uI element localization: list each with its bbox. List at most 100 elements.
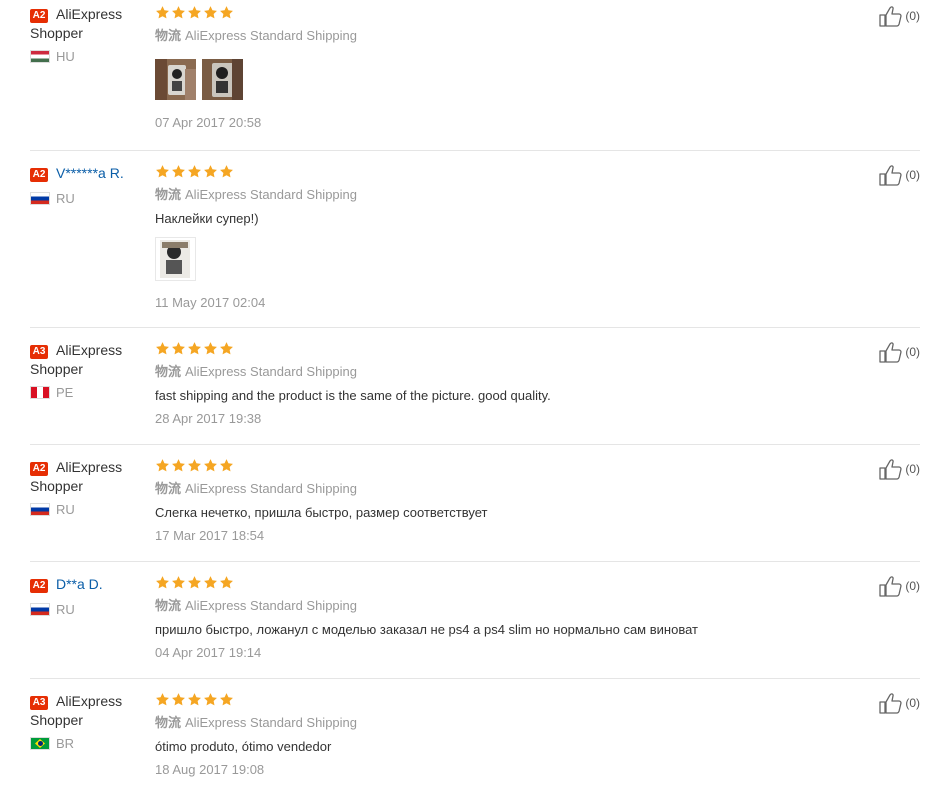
reviewer-info: A2 AliExpress Shopper RU — [30, 458, 150, 518]
review-text: fast shipping and the product is the sam… — [155, 388, 551, 403]
reviewer-name[interactable]: D**a D. — [56, 576, 103, 592]
country-code: RU — [56, 502, 75, 517]
review-photos — [155, 237, 755, 281]
star-icon — [203, 341, 218, 356]
star-icon — [219, 458, 234, 473]
review-item: A3 AliExpress Shopper PE 物流 AliExpress Sta… — [30, 341, 920, 445]
helpful-button[interactable]: (0) — [879, 692, 920, 714]
review-text: Наклейки супер!) — [155, 211, 259, 226]
thumbs-up-icon — [879, 458, 903, 480]
star-icon — [171, 692, 186, 707]
shipping-label: 物流 — [155, 481, 182, 496]
level-badge: A2 — [30, 462, 48, 476]
thumbs-up-icon — [879, 164, 903, 186]
star-rating — [155, 458, 755, 474]
review-photo[interactable] — [202, 59, 243, 100]
review-date: 17 Mar 2017 18:54 — [155, 528, 265, 543]
star-icon — [219, 164, 234, 179]
reviewer-name[interactable]: V******a R. — [56, 165, 124, 181]
star-rating — [155, 692, 755, 708]
star-icon — [171, 341, 186, 356]
level-badge: A3 — [30, 345, 48, 359]
country-code: PE — [56, 385, 74, 400]
helpful-count: (0) — [905, 9, 920, 23]
shipping-method: AliExpress Standard Shipping — [185, 481, 358, 496]
star-icon — [171, 458, 186, 473]
helpful-count: (0) — [905, 168, 920, 182]
star-icon — [219, 5, 234, 20]
shipping-label: 物流 — [155, 187, 182, 202]
reviewer-name: AliExpress — [56, 342, 123, 358]
helpful-button[interactable]: (0) — [879, 341, 920, 363]
country-code: RU — [56, 602, 75, 617]
review-date: 11 May 2017 02:04 — [155, 295, 266, 310]
review-text: пришло быстро, ложанул с моделью заказал… — [155, 622, 698, 637]
star-rating — [155, 5, 755, 21]
review-photo[interactable] — [155, 237, 196, 281]
star-icon — [155, 341, 170, 356]
thumbs-up-icon — [879, 341, 903, 363]
reviewer-info: A2 V******a R. RU — [30, 164, 150, 207]
flag-ru-icon — [30, 192, 50, 205]
star-icon — [203, 692, 218, 707]
star-icon — [203, 575, 218, 590]
star-icon — [171, 164, 186, 179]
flag-hu-icon — [30, 50, 50, 63]
reviewer-info: A3 AliExpress Shopper BR — [30, 692, 150, 752]
review-content: 物流 AliExpress Standard Shipping fast ship… — [155, 341, 755, 428]
review-date: 04 Apr 2017 19:14 — [155, 645, 262, 660]
helpful-button[interactable]: (0) — [879, 164, 920, 186]
star-icon — [155, 692, 170, 707]
star-icon — [155, 575, 170, 590]
star-icon — [187, 575, 202, 590]
shipping-method: AliExpress Standard Shipping — [185, 187, 358, 202]
review-content: 物流 AliExpress Standard Shipping ótimo pro… — [155, 692, 755, 779]
star-rating — [155, 164, 755, 180]
review-content: 物流 AliExpress Standard Shipping Наклейки … — [155, 164, 755, 312]
reviewer-info: A2 D**a D. RU — [30, 575, 150, 618]
shipping-method: AliExpress Standard Shipping — [185, 28, 358, 43]
reviewer-name-line2: Shopper — [30, 712, 83, 728]
reviewer-name: AliExpress — [56, 459, 123, 475]
reviewer-info: A2 AliExpress Shopper HU — [30, 5, 150, 65]
helpful-button[interactable]: (0) — [879, 5, 920, 27]
reviewer-name-line2: Shopper — [30, 361, 83, 377]
reviewer-name-line2: Shopper — [30, 25, 83, 41]
review-content: 物流 AliExpress Standard Shipping пришло бы… — [155, 575, 755, 662]
country-code: RU — [56, 191, 75, 206]
reviewer-name: AliExpress — [56, 6, 123, 22]
star-icon — [171, 5, 186, 20]
review-item: A2 D**a D. RU 物流 AliExpress Standard Shipp… — [30, 575, 920, 679]
shipping-method: AliExpress Standard Shipping — [185, 715, 358, 730]
helpful-button[interactable]: (0) — [879, 575, 920, 597]
helpful-count: (0) — [905, 462, 920, 476]
star-icon — [187, 458, 202, 473]
star-icon — [219, 692, 234, 707]
star-icon — [171, 575, 186, 590]
star-icon — [203, 164, 218, 179]
star-icon — [155, 164, 170, 179]
star-icon — [187, 341, 202, 356]
review-item: A2 AliExpress Shopper RU 物流 AliExpress Sta… — [30, 458, 920, 562]
review-content: 物流 AliExpress Standard Shipping 07 Apr 20… — [155, 5, 755, 132]
shipping-label: 物流 — [155, 28, 182, 43]
reviewer-info: A3 AliExpress Shopper PE — [30, 341, 150, 401]
star-icon — [203, 5, 218, 20]
star-icon — [155, 5, 170, 20]
level-badge: A2 — [30, 579, 48, 593]
country-code: HU — [56, 49, 75, 64]
reviewer-name: AliExpress — [56, 693, 123, 709]
thumbs-up-icon — [879, 692, 903, 714]
review-text: Слегка нечетко, пришла быстро, размер со… — [155, 505, 488, 520]
star-rating — [155, 341, 755, 357]
star-icon — [187, 692, 202, 707]
review-date: 28 Apr 2017 19:38 — [155, 411, 262, 426]
review-date: 18 Aug 2017 19:08 — [155, 762, 265, 777]
flag-pe-icon — [30, 386, 50, 399]
flag-ru-icon — [30, 603, 50, 616]
reviewer-name-line2: Shopper — [30, 478, 83, 494]
helpful-button[interactable]: (0) — [879, 458, 920, 480]
review-item: A3 AliExpress Shopper BR 物流 AliExpress Sta… — [30, 692, 920, 792]
country-code: BR — [56, 736, 75, 751]
review-photo[interactable] — [155, 59, 196, 100]
